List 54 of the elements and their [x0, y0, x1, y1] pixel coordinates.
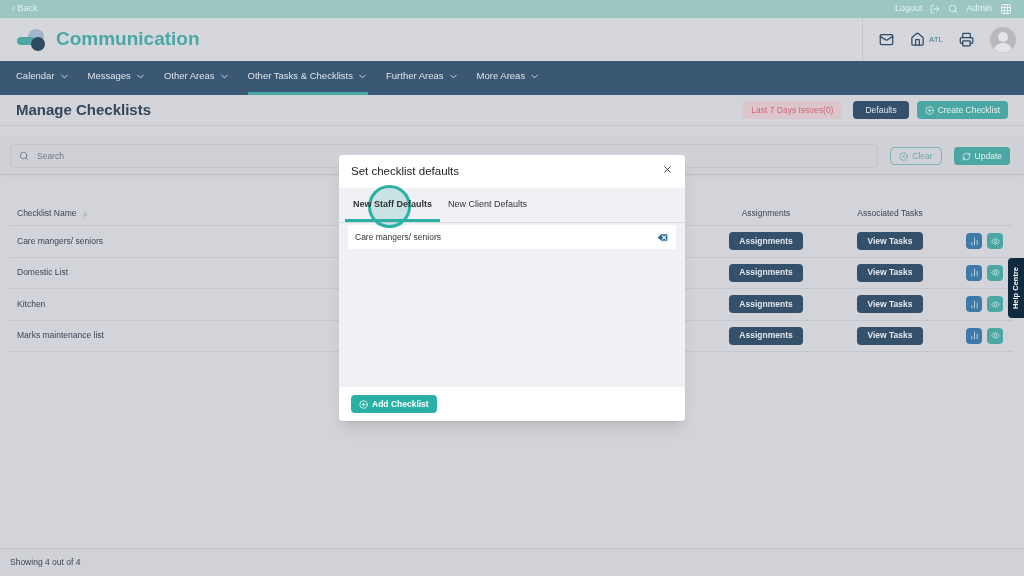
record-count: Showing 4 out of 4	[10, 556, 81, 569]
view-tasks-button[interactable]: View Tasks	[857, 263, 923, 282]
print-icon[interactable]	[959, 32, 974, 47]
nav-item[interactable]: Calendar	[16, 61, 70, 95]
logo-icon	[16, 27, 48, 52]
eye-icon	[990, 299, 1000, 309]
checklist-name: Kitchen	[17, 298, 46, 309]
clear-icon	[899, 151, 909, 161]
nav-item[interactable]: Other Areas	[163, 61, 230, 95]
nav-item[interactable]: Messages	[87, 61, 146, 95]
nav-item[interactable]: Further Areas	[386, 61, 459, 95]
defaults-button[interactable]: Defaults	[853, 101, 909, 119]
app-title: Communication	[56, 27, 200, 52]
chart-button[interactable]	[966, 264, 982, 281]
assignments-button[interactable]: Assignments	[729, 263, 803, 282]
assignments-button[interactable]: Assignments	[729, 295, 803, 314]
chart-icon	[969, 299, 979, 309]
eye-icon	[990, 236, 1000, 246]
assignments-button[interactable]: Assignments	[729, 232, 803, 251]
plus-icon	[924, 105, 934, 115]
chart-button[interactable]	[966, 233, 982, 250]
mail-icon[interactable]	[878, 32, 894, 47]
view-tasks-button[interactable]: View Tasks	[857, 232, 923, 251]
refresh-icon	[961, 151, 971, 161]
remove-icon[interactable]	[656, 230, 669, 244]
search-icon	[19, 151, 29, 161]
chart-icon	[969, 236, 979, 246]
nav-item[interactable]: More Areas	[476, 61, 541, 95]
chart-icon	[969, 331, 979, 341]
plus-icon	[359, 399, 368, 409]
view-button[interactable]	[987, 264, 1003, 281]
view-button[interactable]	[987, 233, 1003, 250]
page-title: Manage Checklists	[16, 99, 152, 120]
apps-grid-icon[interactable]	[1000, 3, 1012, 15]
checklist-name: Domestic List	[17, 267, 68, 278]
view-tasks-button[interactable]: View Tasks	[857, 295, 923, 314]
chart-button[interactable]	[966, 296, 982, 313]
view-button[interactable]	[987, 327, 1003, 344]
home-label[interactable]: ATL	[928, 33, 943, 46]
column-header: Associated Tasks	[856, 207, 924, 220]
eye-icon	[990, 331, 1000, 341]
chart-button[interactable]	[966, 327, 982, 344]
checklist-name: Marks maintenance list	[17, 330, 104, 341]
close-icon[interactable]	[662, 163, 673, 175]
view-tasks-button[interactable]: View Tasks	[857, 326, 923, 345]
checklist-name: Care mangers/ seniors	[17, 235, 103, 246]
assignments-button[interactable]: Assignments	[729, 326, 803, 345]
view-button[interactable]	[987, 296, 1003, 313]
eye-icon	[990, 268, 1000, 278]
nav-item[interactable]: Other Tasks & Checklists	[247, 61, 368, 95]
column-header: Assignments	[740, 207, 792, 220]
home-icon[interactable]	[909, 32, 925, 47]
checklist-item: Care mangers/ seniors	[348, 225, 676, 249]
chart-icon	[969, 268, 979, 278]
